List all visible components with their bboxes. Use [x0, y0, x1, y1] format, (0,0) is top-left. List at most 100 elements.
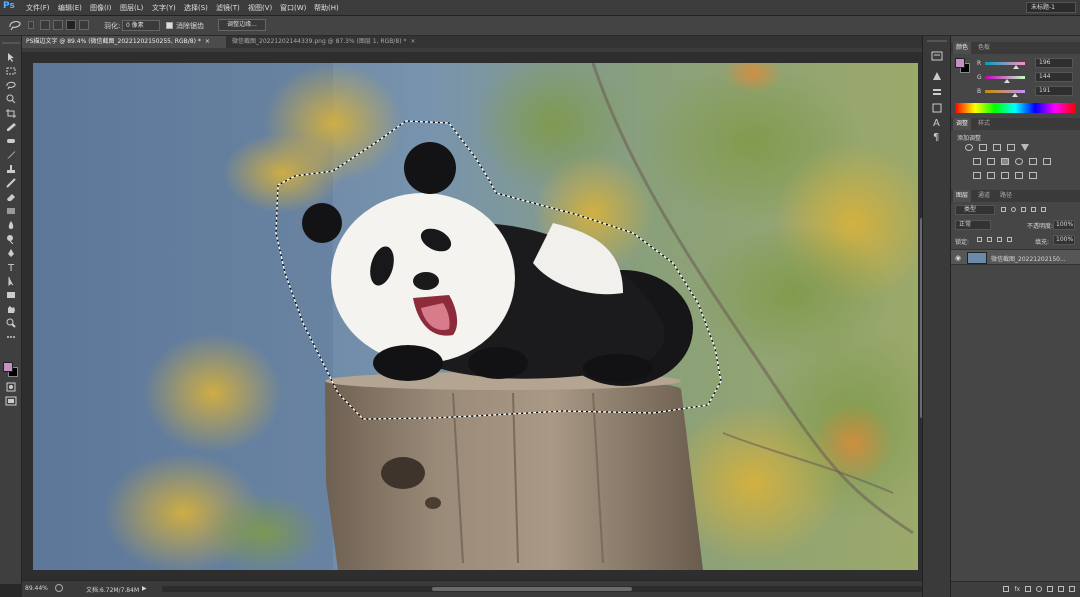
- close-icon[interactable]: ×: [205, 38, 210, 45]
- adjustment-filter-icon[interactable]: [1011, 207, 1016, 212]
- pixel-filter-icon[interactable]: [1001, 207, 1006, 212]
- subtract-selection-icon[interactable]: [66, 20, 76, 30]
- tab-active-document[interactable]: PS描边文字 @ 89.4% (微信截图_20221202150255, RGB…: [22, 36, 226, 48]
- feather-input[interactable]: 0 像素: [122, 20, 160, 31]
- zoom-level[interactable]: 89.44%: [25, 585, 48, 592]
- menu-file[interactable]: 文件(F): [26, 3, 50, 13]
- pen-tool-icon[interactable]: [4, 248, 18, 258]
- shape-tool-icon[interactable]: [4, 290, 18, 300]
- channel-g-input[interactable]: 144: [1035, 72, 1073, 82]
- fill-input[interactable]: 100%: [1053, 235, 1075, 245]
- shape-filter-icon[interactable]: [1031, 207, 1036, 212]
- path-select-tool-icon[interactable]: [4, 276, 18, 286]
- menu-help[interactable]: 帮助(H): [314, 3, 339, 13]
- menu-layer[interactable]: 图层(L): [120, 3, 143, 13]
- hue-saturation-adjust-icon[interactable]: [973, 158, 981, 165]
- color-balance-adjust-icon[interactable]: [987, 158, 995, 165]
- brightness-adjust-icon[interactable]: [965, 144, 973, 151]
- menu-edit[interactable]: 编辑(E): [58, 3, 82, 13]
- link-layers-icon[interactable]: [1003, 586, 1010, 592]
- refine-edge-button[interactable]: 调整边缘...: [218, 19, 266, 31]
- tab-color[interactable]: 颜色: [953, 42, 972, 54]
- tab-layers[interactable]: 图层: [953, 190, 972, 202]
- smart-object-filter-icon[interactable]: [1041, 207, 1046, 212]
- tab-styles[interactable]: 样式: [975, 118, 993, 130]
- brush-panel-icon[interactable]: [930, 86, 944, 98]
- crop-tool-icon[interactable]: [4, 108, 18, 118]
- close-icon[interactable]: ×: [410, 38, 415, 45]
- vibrance-adjust-icon[interactable]: [1021, 144, 1029, 152]
- delete-layer-icon[interactable]: [1069, 586, 1075, 592]
- marquee-tool-icon[interactable]: [4, 66, 18, 76]
- lock-pixels-icon[interactable]: [987, 237, 992, 242]
- foreground-color-swatch[interactable]: [3, 362, 13, 372]
- dropdown-arrow-icon[interactable]: [28, 21, 34, 29]
- lock-position-icon[interactable]: [997, 237, 1002, 242]
- history-brush-tool-icon[interactable]: [4, 178, 18, 188]
- new-adjustment-icon[interactable]: [1036, 586, 1042, 592]
- paragraph-panel-icon[interactable]: ¶: [930, 130, 944, 142]
- actions-panel-icon[interactable]: [930, 70, 944, 82]
- gradient-tool-icon[interactable]: [4, 206, 18, 216]
- type-filter-icon[interactable]: [1021, 207, 1026, 212]
- menu-image[interactable]: 图像(I): [90, 3, 112, 13]
- color-spectrum-bar[interactable]: [955, 103, 1075, 113]
- scrollbar-thumb[interactable]: [432, 587, 632, 591]
- move-tool-icon[interactable]: [4, 52, 18, 62]
- healing-brush-tool-icon[interactable]: [4, 136, 18, 146]
- channel-mixer-adjust-icon[interactable]: [1029, 158, 1037, 165]
- photo-filter-adjust-icon[interactable]: [1015, 158, 1023, 165]
- new-group-icon[interactable]: [1047, 586, 1053, 592]
- channel-b-slider[interactable]: [985, 90, 1025, 97]
- menu-filter[interactable]: 滤镜(T): [216, 3, 240, 13]
- quick-select-tool-icon[interactable]: [4, 94, 18, 104]
- new-layer-icon[interactable]: [1058, 586, 1064, 592]
- history-panel-icon[interactable]: [930, 50, 944, 62]
- levels-adjust-icon[interactable]: [979, 144, 987, 151]
- posterize-adjust-icon[interactable]: [987, 172, 995, 179]
- color-lookup-adjust-icon[interactable]: [1043, 158, 1051, 165]
- eraser-tool-icon[interactable]: [4, 192, 18, 202]
- channel-b-slider-thumb[interactable]: [1012, 93, 1018, 97]
- status-menu-arrow-icon[interactable]: ▶: [142, 585, 147, 592]
- menu-type[interactable]: 文字(Y): [152, 3, 176, 13]
- horizontal-scrollbar[interactable]: [162, 586, 922, 592]
- channel-g-slider[interactable]: [985, 76, 1025, 83]
- exposure-adjust-icon[interactable]: [1007, 144, 1015, 151]
- dodge-tool-icon[interactable]: [4, 234, 18, 244]
- document-canvas[interactable]: [33, 63, 918, 570]
- lasso-tool-icon[interactable]: [4, 80, 18, 90]
- info-icon[interactable]: [55, 584, 63, 592]
- antialias-checkbox[interactable]: [166, 22, 173, 29]
- eyedropper-tool-icon[interactable]: [4, 122, 18, 132]
- properties-panel-icon[interactable]: [930, 102, 944, 114]
- more-tools-icon[interactable]: [4, 332, 18, 342]
- visibility-eye-icon[interactable]: ◉: [955, 254, 961, 262]
- type-tool-icon[interactable]: T: [4, 262, 18, 272]
- layer-row[interactable]: ◉ 微信截图_20221202150...: [951, 249, 1080, 265]
- blend-mode-select[interactable]: 正常: [955, 220, 991, 230]
- tab-swatches[interactable]: 色板: [975, 42, 993, 54]
- tab-paths[interactable]: 路径: [997, 190, 1015, 202]
- threshold-adjust-icon[interactable]: [1001, 172, 1009, 179]
- channel-b-input[interactable]: 191: [1035, 86, 1073, 96]
- lasso-tool-icon[interactable]: [8, 19, 22, 31]
- add-mask-icon[interactable]: [1025, 586, 1031, 592]
- opacity-input[interactable]: 100%: [1053, 220, 1075, 230]
- foreground-color-swatch[interactable]: [955, 58, 965, 68]
- channel-r-slider[interactable]: [985, 62, 1025, 69]
- intersect-selection-icon[interactable]: [79, 20, 89, 30]
- lock-transparency-icon[interactable]: [977, 237, 982, 242]
- layer-name[interactable]: 微信截图_20221202150...: [991, 254, 1066, 263]
- brush-tool-icon[interactable]: [4, 150, 18, 160]
- invert-adjust-icon[interactable]: [973, 172, 981, 179]
- menu-window[interactable]: 窗口(W): [280, 3, 306, 13]
- clone-stamp-tool-icon[interactable]: [4, 164, 18, 174]
- screen-mode-icon[interactable]: [4, 396, 18, 406]
- channel-r-slider-thumb[interactable]: [1012, 65, 1019, 69]
- menu-view[interactable]: 视图(V): [248, 3, 272, 13]
- layer-kind-filter[interactable]: 类型: [955, 205, 995, 215]
- tab-second-document[interactable]: 微信截图_20221202144339.png @ 87.3% (图层 1, R…: [228, 36, 432, 48]
- workspace-switcher[interactable]: 未标题-1: [1026, 2, 1076, 13]
- selective-color-adjust-icon[interactable]: [1015, 172, 1023, 179]
